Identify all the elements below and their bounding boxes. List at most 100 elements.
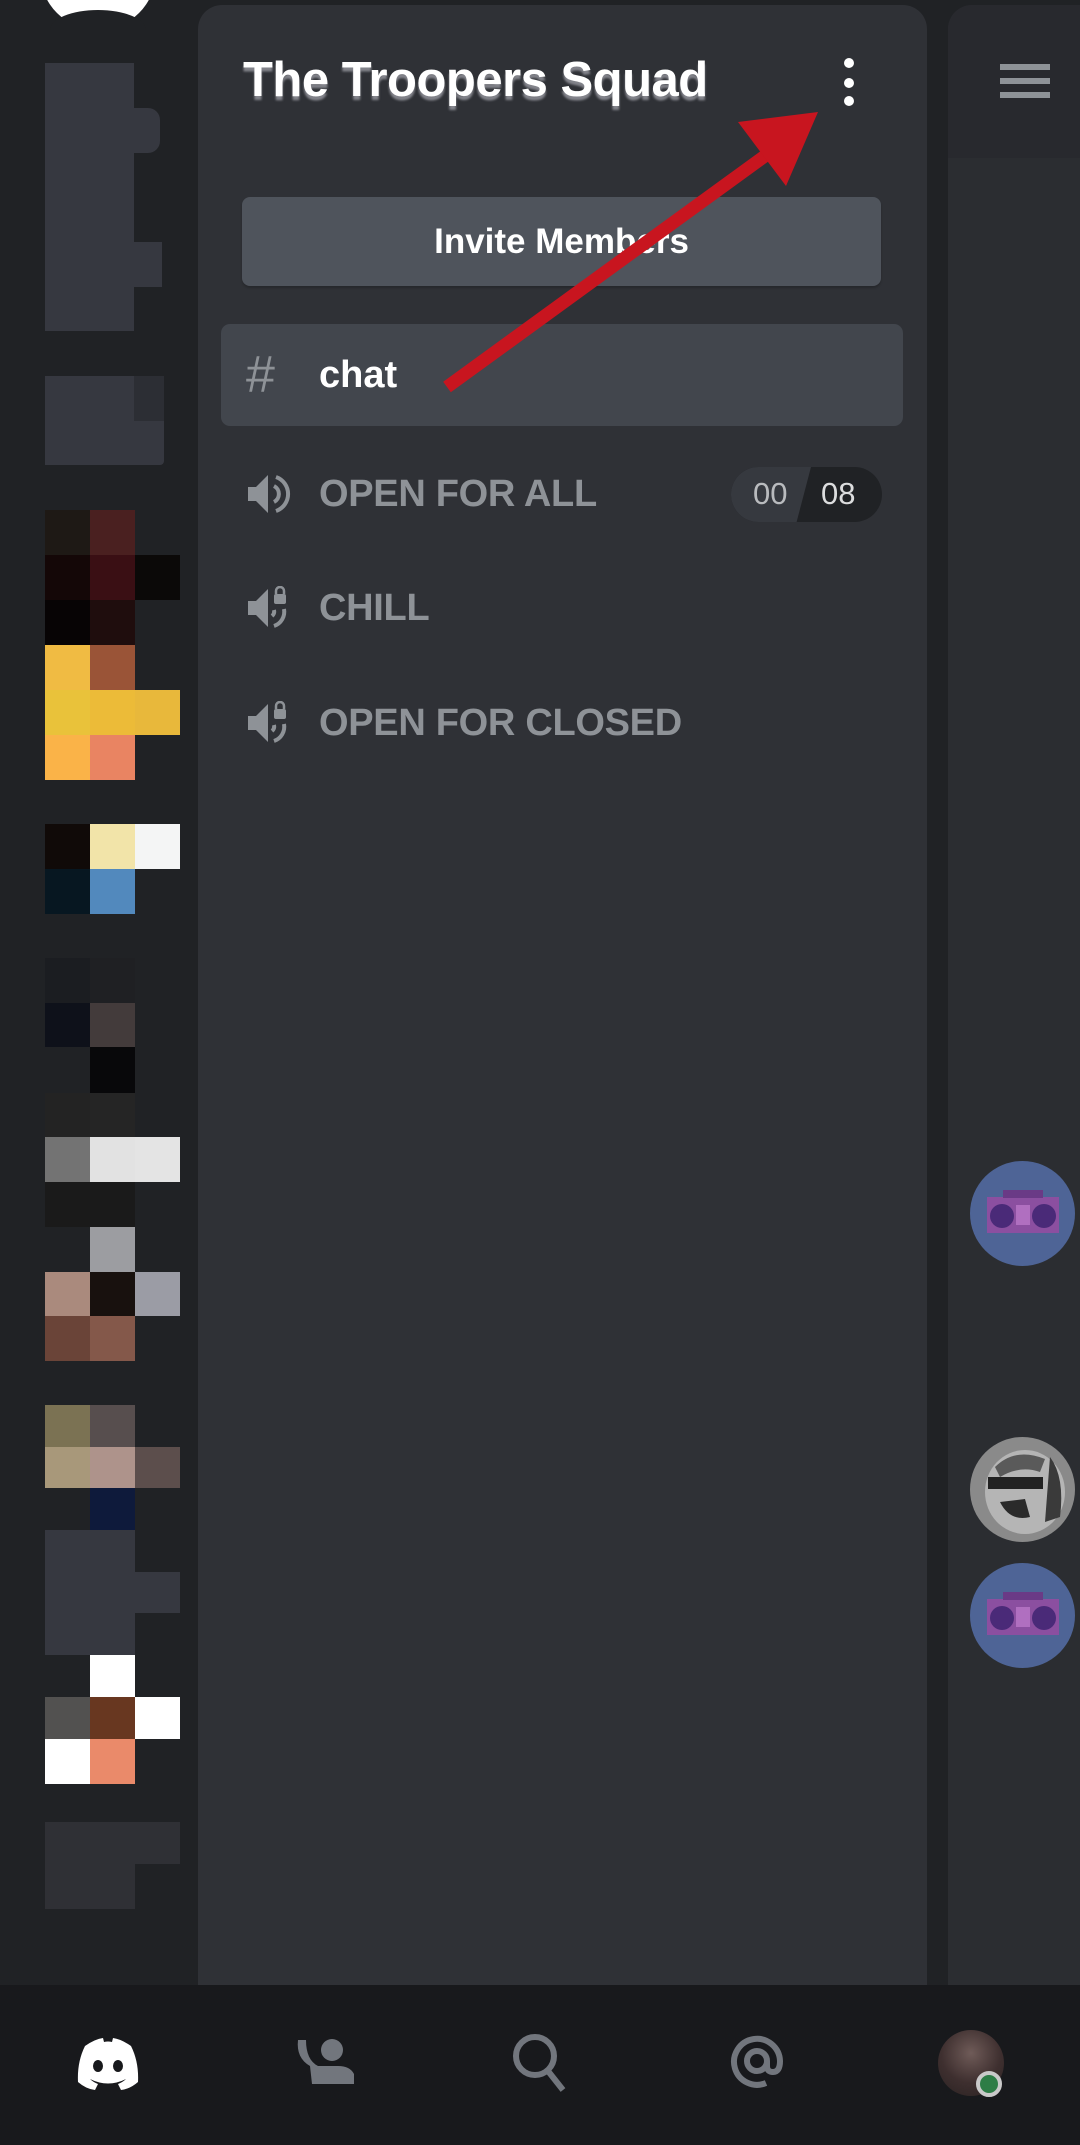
server-icon-pixel [45,958,90,1003]
hamburger-menu-icon[interactable] [1000,64,1050,100]
server-icon-pixel [135,1272,180,1316]
server-icon-pixel [90,690,135,735]
invite-members-button[interactable]: Invite Members [242,197,881,286]
user-limit: 08 [821,476,856,511]
online-status-indicator [976,2071,1002,2097]
server-icon-pixel [90,1488,135,1530]
server-icon-pixel [90,1530,135,1572]
server-icon-pixel [135,1572,180,1613]
member-avatar-boombox[interactable] [970,1161,1075,1266]
search-icon [513,2034,566,2092]
server-icon-pixel [90,1272,135,1316]
server-icon-pixel [45,1093,90,1137]
speaker-lock-icon [248,701,287,743]
channel-name: OPEN FOR ALL [319,473,597,515]
server-icon-pixel [45,510,90,555]
server-icon-pixel [45,1272,90,1316]
server-icon-pixel [45,555,90,600]
voice-channel-open-for-all[interactable]: OPEN FOR ALL 00 08 [221,454,903,534]
server-icon-pixel [45,1447,90,1488]
server-icon-pixel [90,824,135,869]
connected-count: 00 [753,476,788,511]
kebab-dot [844,78,854,88]
server-icon-pixel [90,1003,135,1047]
hash-icon: # [246,346,275,404]
server-icon-pixel [90,869,135,914]
server-icon-pixel [45,600,90,645]
server-icon-pixel [90,1182,135,1227]
user-limit-badge: 00 08 [731,467,882,522]
server-icon-pixel [90,645,135,690]
server-icon-pixel [135,1697,180,1739]
server-icon-pixel [90,1864,135,1909]
server-icon-pixel [90,1093,135,1137]
server-icon-pixel [90,600,135,645]
nav-home[interactable] [73,2028,143,2098]
server-title[interactable]: The Troopers Squad [243,52,708,108]
server-icon-pixel [45,1316,90,1361]
server-icon-block [45,63,134,331]
server-icon-pixel [45,735,90,780]
server-icon-pixel [90,1655,135,1697]
member-avatar-bear[interactable] [970,1437,1075,1542]
friends-wave-icon [297,2039,354,2084]
channel-panel [198,5,927,1985]
server-icon-pixel [135,824,180,869]
kebab-dot [844,96,854,106]
server-icon-pixel [90,1137,135,1182]
server-icon-block [134,108,160,153]
server-options-kebab-icon[interactable] [836,56,862,110]
home-server-icon[interactable] [40,0,156,30]
voice-channel-chill[interactable]: CHILL [221,568,903,648]
channel-name: chat [319,353,398,396]
boombox-icon [987,1190,1059,1233]
server-icon-pixel [90,1047,135,1093]
nav-friends[interactable] [290,2028,360,2098]
server-icon-block [134,376,164,421]
at-sign-icon [731,2035,784,2088]
server-icon-pixel [135,1137,180,1182]
server-icon-pixel [45,1137,90,1182]
server-icon-pixel [90,1572,135,1613]
kebab-dot [844,58,854,68]
server-rail [0,0,198,1985]
channel-name: OPEN FOR CLOSED [319,702,682,744]
boombox-icon [987,1592,1059,1635]
server-icon-pixel [90,1227,135,1272]
server-icon-pixel [90,735,135,780]
server-icon-pixel [45,869,90,914]
nav-mentions[interactable] [722,2028,792,2098]
discord-logo-icon [77,2038,139,2090]
server-icon-pixel [90,1739,135,1784]
server-icon-pixel [90,1447,135,1488]
server-icon-pixel [135,690,180,735]
server-icon-pixel [90,510,135,555]
server-icon-pixel [45,1822,90,1864]
server-icon-pixel [45,1613,90,1655]
server-icon-pixel [90,958,135,1003]
server-icon-pixel [45,1697,90,1739]
server-icon-pixel [45,1182,90,1227]
server-icon-pixel [90,1697,135,1739]
text-channel-chat[interactable]: # chat [221,324,903,426]
server-icon-pixel [90,555,135,600]
server-icon-pixel [45,1572,90,1613]
channel-name: CHILL [319,587,430,629]
member-panel [948,5,1080,1985]
voice-channel-open-for-closed[interactable]: OPEN FOR CLOSED [221,683,903,763]
server-icon-pixel [45,1003,90,1047]
server-icon-pixel [90,1613,135,1655]
member-avatar-boombox[interactable] [970,1563,1075,1668]
server-icon-pixel [45,1530,90,1572]
nav-search[interactable] [505,2028,575,2098]
server-icon-pixel [45,1739,90,1784]
server-icon-pixel [90,1822,135,1864]
speaker-icon [248,475,291,513]
server-icon-pixel [90,1405,135,1447]
server-icon-pixel [135,555,180,600]
server-icon-block [134,242,162,287]
server-icon-pixel [45,1864,90,1909]
speaker-lock-icon [248,586,287,628]
server-icon-pixel [135,1822,180,1864]
server-icon-pixel [135,1447,180,1488]
